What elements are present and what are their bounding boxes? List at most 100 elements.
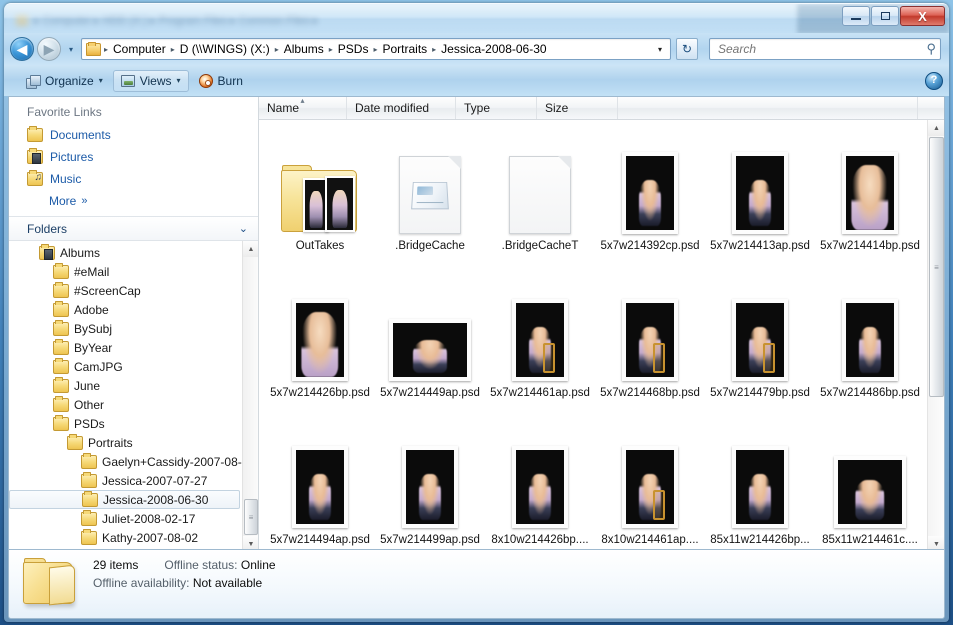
file-list-scrollbar[interactable]: ▲ ≡ ▼ [927,120,944,552]
column-header-type[interactable]: Type [456,97,537,119]
file-item[interactable]: 5x7w214426bp.psd [265,273,375,420]
photo-thumbnail [622,299,678,381]
file-item[interactable]: 8x10w214426bp.... [485,420,595,552]
tree-item-byyear[interactable]: ByYear [9,338,258,357]
sidebar-more-button[interactable]: More » [9,190,258,212]
column-header-label: Type [464,101,491,115]
photo-thumbnail [292,446,348,528]
burn-button[interactable]: Burn [191,70,251,92]
column-header-name[interactable]: ▴ Name [259,97,347,119]
file-grid[interactable]: OutTakes .BridgeCache .BridgeCacheT 5x7w214… [259,120,944,552]
file-item[interactable]: 5x7w214494ap.psd [265,420,375,552]
file-item[interactable]: 5x7w214468bp.psd [595,273,705,420]
file-item[interactable]: 85x11w214461c.... [815,420,925,552]
help-button[interactable]: ? [925,71,943,90]
sort-ascending-icon: ▴ [300,96,305,105]
file-item[interactable]: 5x7w214479bp.psd [705,273,815,420]
forward-button[interactable]: ▶ [37,37,61,61]
photo-subject [858,327,882,373]
back-button[interactable]: ◀ [10,37,34,61]
tree-item-email[interactable]: #eMail [9,262,258,281]
file-list-pane: ▴ Name Date modified Type Size OutTakes .Brid… [259,97,944,552]
offline-status-value: Online [240,558,276,572]
file-item[interactable]: .BridgeCacheT [485,126,595,273]
column-header-label: Name [267,101,300,115]
tree-item-label: Kathy-2007-08-02 [102,530,199,545]
tree-item-bysubj[interactable]: BySubj [9,319,258,338]
breadcrumb-item-drive[interactable]: D (\\WINGS) (X:) [176,41,274,57]
search-box[interactable]: ⚲ [709,38,941,60]
organize-button[interactable]: Organize ▾ [18,70,111,92]
photo-subject [412,339,448,373]
views-button[interactable]: Views ▾ [112,69,189,92]
close-button[interactable]: X [900,6,945,26]
file-item[interactable]: 5x7w214414bp.psd [815,126,925,273]
sidebar-item-pictures[interactable]: Pictures [9,146,258,168]
tree-item-jessica-2007-07-27[interactable]: Jessica-2007-07-27 [9,471,258,490]
folder-tree-scrollbar[interactable]: ▲ ≡ ▼ [242,241,258,552]
tree-item-other[interactable]: Other [9,395,258,414]
scrollbar-thumb[interactable]: ≡ [244,499,258,535]
address-dropdown-button[interactable]: ▾ [652,45,668,54]
ghosted-background-window: ▸ Computer ▸ HDD (X:) ▸ Program Files ▸ … [16,10,436,30]
file-item-label: 5x7w214392cp.psd [600,240,700,252]
address-bar[interactable]: ▸ Computer ▸ D (\\WINGS) (X:) ▸ Albums ▸… [81,38,671,60]
folder-thumbnail-icon [281,164,359,234]
title-bar[interactable]: ▸ Computer ▸ HDD (X:) ▸ Program Files ▸ … [4,3,949,33]
tree-item-camjpg[interactable]: CamJPG [9,357,258,376]
folder-music-icon [27,170,43,186]
tree-item-adobe[interactable]: Adobe [9,300,258,319]
photo-chair-prop [762,342,776,373]
file-item[interactable]: 5x7w214499ap.psd [375,420,485,552]
window-controls[interactable]: X [841,6,945,27]
tree-item-june[interactable]: June [9,376,258,395]
file-item[interactable]: 8x10w214461ap.... [595,420,705,552]
file-item-label: OutTakes [295,240,345,252]
file-item[interactable]: .BridgeCache [375,126,485,273]
photo-subject [748,180,772,226]
photo-thumbnail [512,299,568,381]
tree-item-albums[interactable]: Albums [9,243,258,262]
minimize-button[interactable] [842,6,870,26]
folders-section-header[interactable]: Folders ⌄ [9,216,258,240]
file-item-label: 85x11w214461c.... [822,534,918,546]
search-input[interactable] [718,42,927,56]
breadcrumb-item-albums[interactable]: Albums [280,41,328,57]
maximize-button[interactable] [871,6,899,26]
file-item[interactable]: 5x7w214461ap.psd [485,273,595,420]
tree-item-portraits[interactable]: Portraits [9,433,258,452]
column-header-size[interactable]: Size [537,97,618,119]
minimize-icon [851,18,861,20]
command-toolbar: Organize ▾ Views ▾ Burn ? [4,65,949,96]
folder-item[interactable]: OutTakes [265,126,375,273]
tree-item-screencap[interactable]: #ScreenCap [9,281,258,300]
file-item[interactable]: 5x7w214449ap.psd [375,273,485,420]
refresh-button[interactable]: ↻ [676,38,698,60]
file-item[interactable]: 5x7w214392cp.psd [595,126,705,273]
sidebar-item-music[interactable]: Music [9,168,258,190]
tree-item-psds[interactable]: PSDs [9,414,258,433]
scrollbar-thumb[interactable]: ≡ [929,137,944,397]
folder-icon-large [19,558,81,608]
tree-item-gaelyn-cassidy-2007-08[interactable]: Gaelyn+Cassidy-2007-08- [9,452,258,471]
file-item[interactable]: 85x11w214426bp... [705,420,815,552]
scroll-up-button[interactable]: ▲ [928,120,944,136]
file-item[interactable]: 5x7w214486bp.psd [815,273,925,420]
scroll-up-button[interactable]: ▲ [243,241,258,257]
file-item[interactable]: 5x7w214413ap.psd [705,126,815,273]
folder-tree-rows: Albums #eMail #ScreenCap Adobe BySubj ByYear C… [9,243,258,547]
column-header-date-modified[interactable]: Date modified [347,97,456,119]
tree-item-jessica-2008-06-30[interactable]: Jessica-2008-06-30 [9,490,240,509]
refresh-icon: ↻ [681,42,693,56]
breadcrumb-item-current[interactable]: Jessica-2008-06-30 [437,41,550,57]
column-header-blank[interactable] [618,97,918,119]
photo-subject [528,474,552,520]
breadcrumb-item-portraits[interactable]: Portraits [378,41,431,57]
breadcrumb-item-computer[interactable]: Computer [109,41,170,57]
breadcrumb-item-psds[interactable]: PSDs [334,41,373,57]
tree-item-kathy-2007-08-02[interactable]: Kathy-2007-08-02 [9,528,258,547]
recent-locations-button[interactable]: ▾ [64,45,78,54]
sidebar-item-documents[interactable]: Documents [9,124,258,146]
tree-item-juliet-2008-02-17[interactable]: Juliet-2008-02-17 [9,509,258,528]
photo-thumbnail [389,319,471,381]
